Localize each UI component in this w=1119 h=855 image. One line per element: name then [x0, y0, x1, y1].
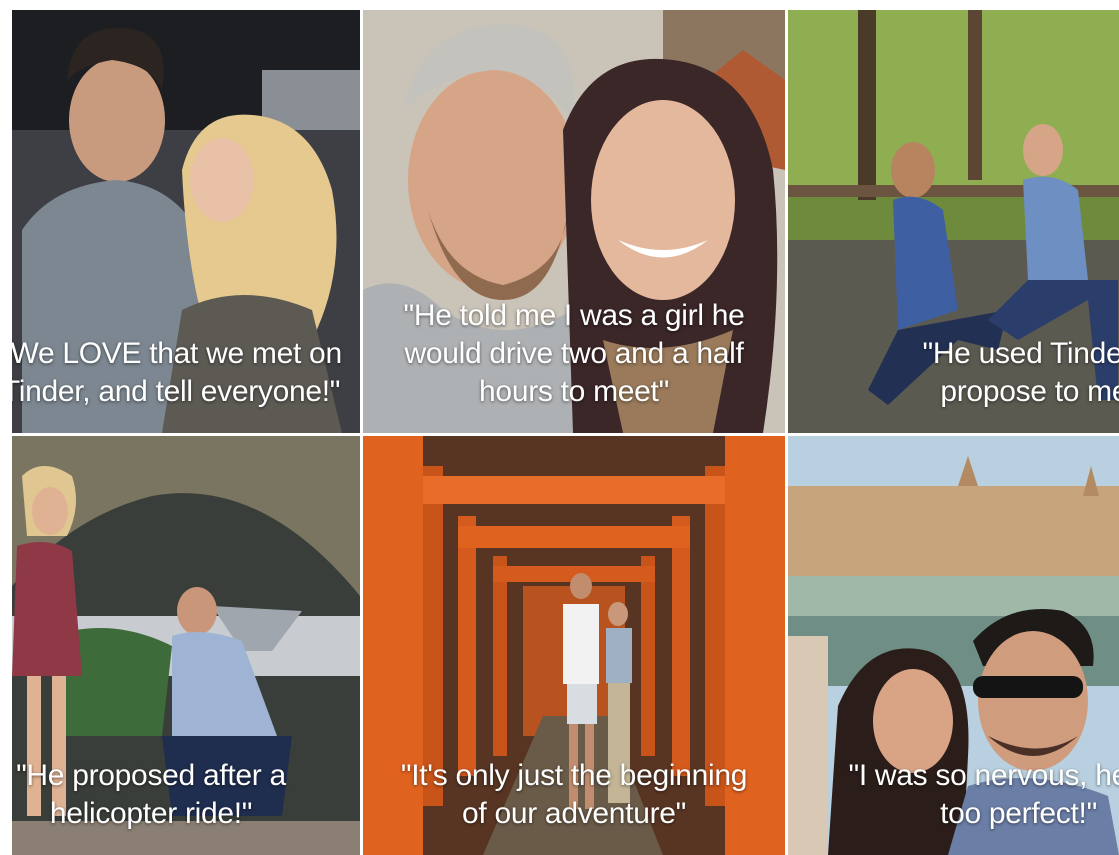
caption-line: "He told me I was a girl he — [403, 299, 745, 332]
caption-line: of our adventure" — [461, 797, 687, 830]
caption-line: propose to me!" — [940, 375, 1119, 408]
caption-line: "He used Tinder to — [922, 337, 1119, 370]
caption: "He used Tinder to propose to me!" — [848, 335, 1119, 411]
caption: "It's only just the beginning of our adv… — [363, 757, 785, 833]
caption-line: "He proposed after a — [16, 759, 286, 792]
caption-line: "I was so nervous, he was — [848, 759, 1119, 792]
caption: "He proposed after a helicopter ride!" — [12, 757, 350, 833]
caption-line: Tinder, and tell everyone!" — [12, 375, 341, 408]
photo-tile-park-proposal: "He used Tinder to propose to me!" — [788, 10, 1119, 433]
caption-line: hours to meet" — [479, 375, 669, 408]
photo-tile-seville-selfie: "I was so nervous, he was too perfect!" — [788, 436, 1119, 855]
photo-tile-couple-kiss: "We LOVE that we met on Tinder, and tell… — [12, 10, 360, 433]
caption: "We LOVE that we met on Tinder, and tell… — [12, 335, 360, 411]
caption-line: "We LOVE that we met on — [12, 337, 342, 370]
caption-line: too perfect!" — [940, 797, 1097, 830]
photo-tile-selfie: "He told me I was a girl he would drive … — [363, 10, 785, 433]
photo-tile-helicopter-proposal: "He proposed after a helicopter ride!" — [12, 436, 360, 855]
caption-line: helicopter ride!" — [49, 797, 253, 830]
caption-line: would drive two and a half — [404, 337, 744, 370]
testimonial-photo-grid: "We LOVE that we met on Tinder, and tell… — [12, 10, 1119, 855]
photo-tile-torii-gates: "It's only just the beginning of our adv… — [363, 436, 785, 855]
caption-line: "It's only just the beginning — [400, 759, 748, 792]
caption: "I was so nervous, he was too perfect!" — [808, 757, 1119, 833]
caption: "He told me I was a girl he would drive … — [363, 297, 785, 411]
